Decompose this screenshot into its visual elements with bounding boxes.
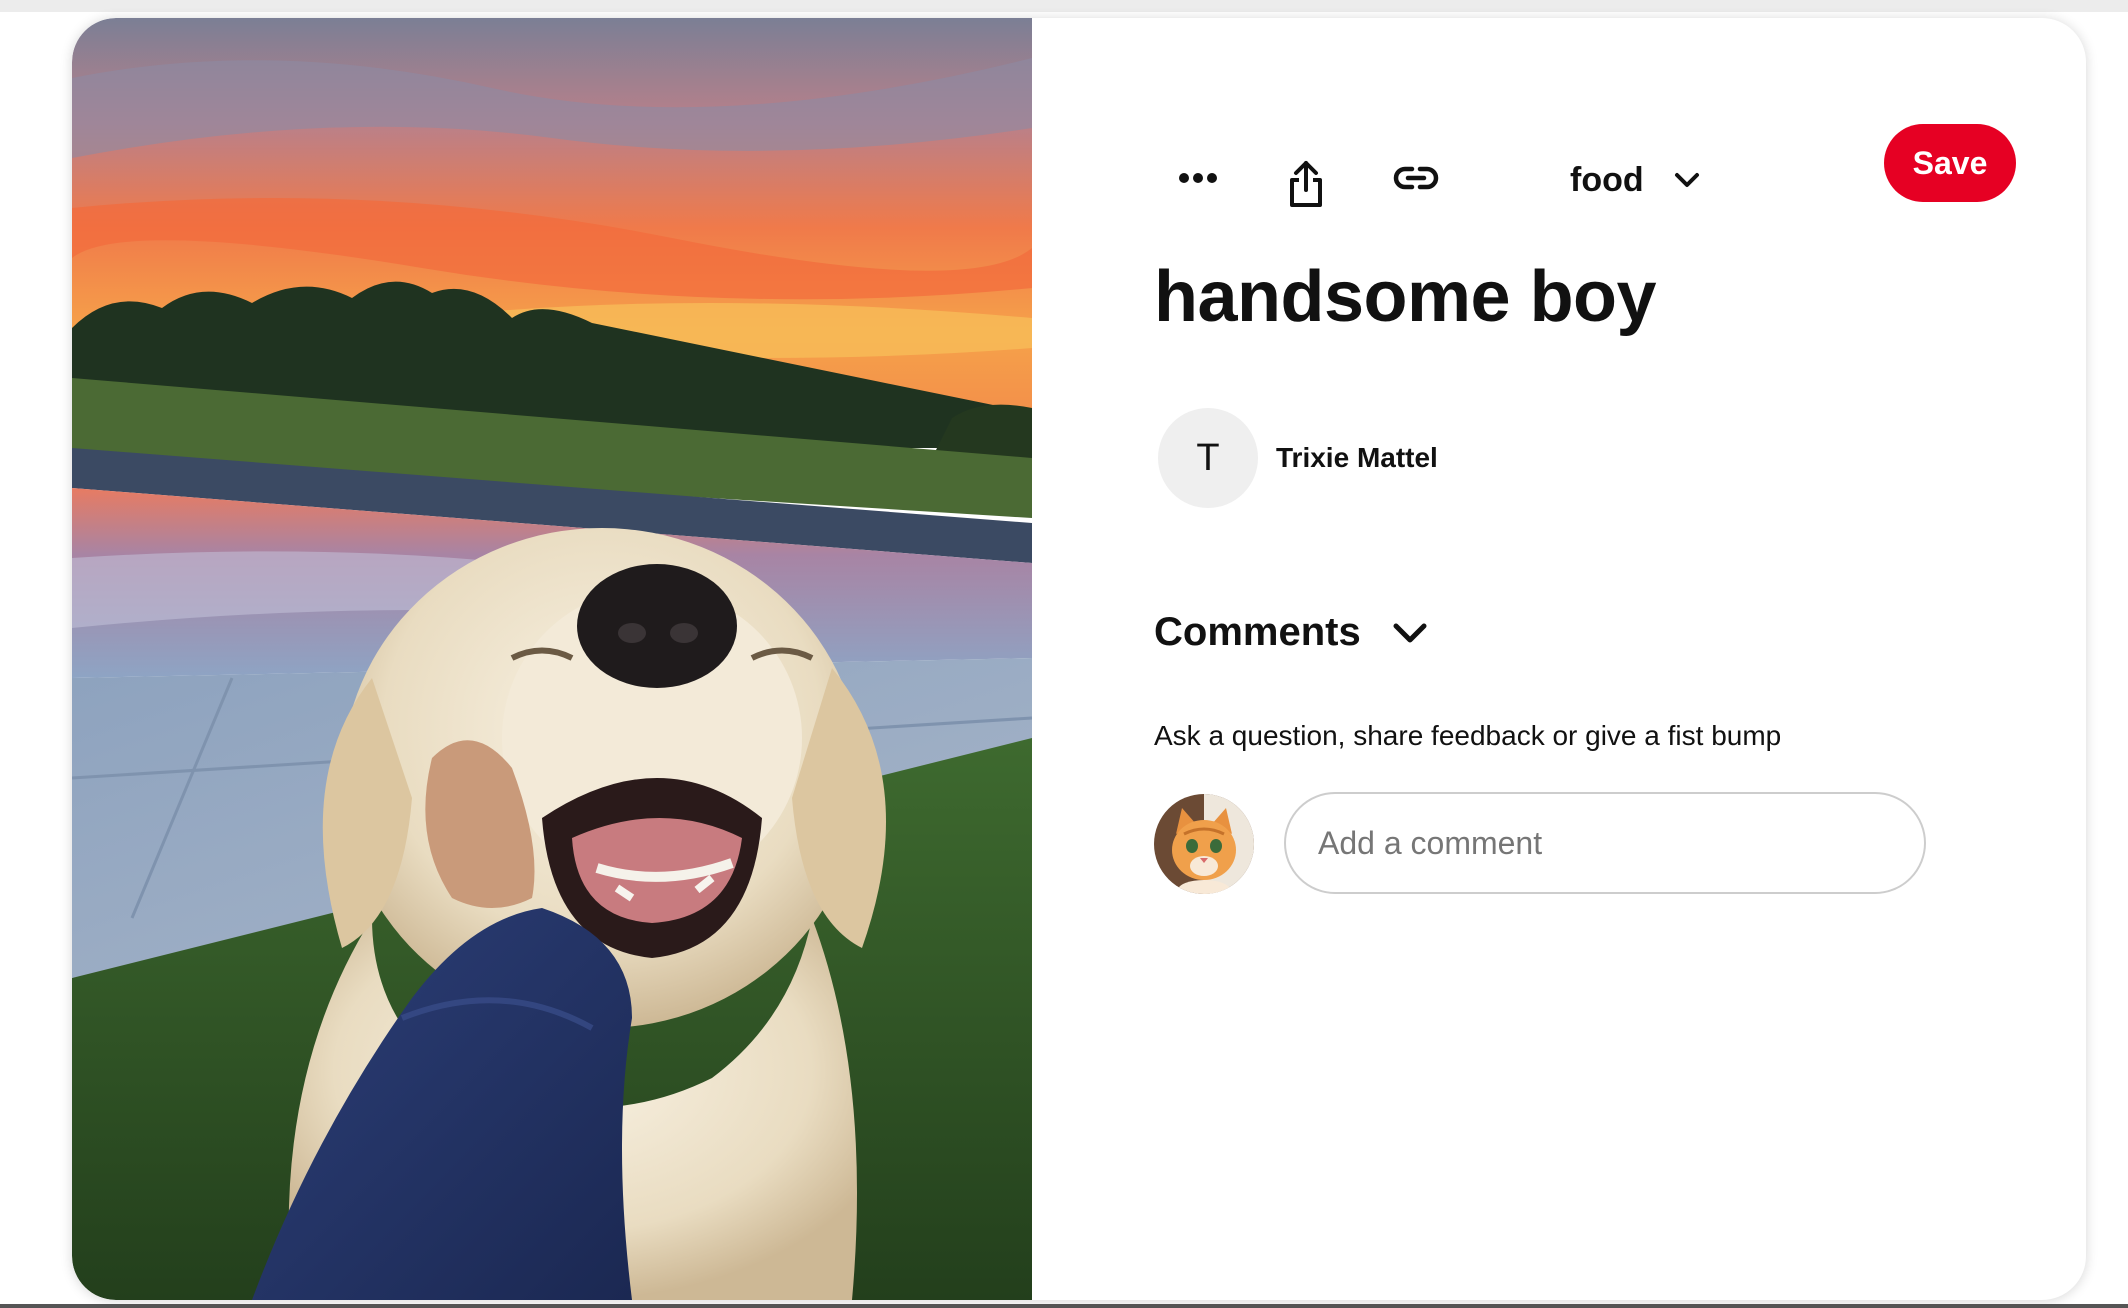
- more-horizontal-icon: [1179, 173, 1217, 183]
- copy-link-button[interactable]: [1374, 136, 1458, 220]
- share-icon: [1290, 161, 1322, 207]
- bottom-edge: [0, 1304, 2128, 1308]
- pin-title: handsome boy: [1154, 257, 1657, 337]
- chevron-down-icon: [1674, 173, 1699, 187]
- comments-hint: Ask a question, share feedback or give a…: [1154, 720, 1782, 751]
- link-icon: [1393, 166, 1439, 190]
- pin-closeup-card: food Save handsome boy T Trixie Mattel C…: [72, 18, 2086, 1300]
- browser-top-strip: [0, 0, 2128, 12]
- save-button[interactable]: Save: [1884, 124, 2016, 202]
- creator-profile[interactable]: T Trixie Mattel: [1158, 408, 1438, 508]
- chevron-down-icon: [1393, 623, 1427, 642]
- avatar[interactable]: T: [1158, 408, 1258, 508]
- comment-input[interactable]: [1284, 792, 1926, 894]
- comments-toggle[interactable]: Comments: [1154, 610, 1427, 655]
- share-button[interactable]: [1264, 142, 1348, 226]
- pin-image[interactable]: [72, 18, 1032, 1300]
- more-options-button[interactable]: [1156, 136, 1240, 220]
- board-selector[interactable]: food: [1570, 138, 1700, 222]
- board-name: food: [1570, 160, 1644, 199]
- pin-details: food Save handsome boy T Trixie Mattel C…: [1032, 18, 2086, 1300]
- comments-title: Comments: [1154, 610, 1361, 654]
- current-user-avatar[interactable]: [1154, 794, 1254, 894]
- creator-name[interactable]: Trixie Mattel: [1276, 442, 1438, 474]
